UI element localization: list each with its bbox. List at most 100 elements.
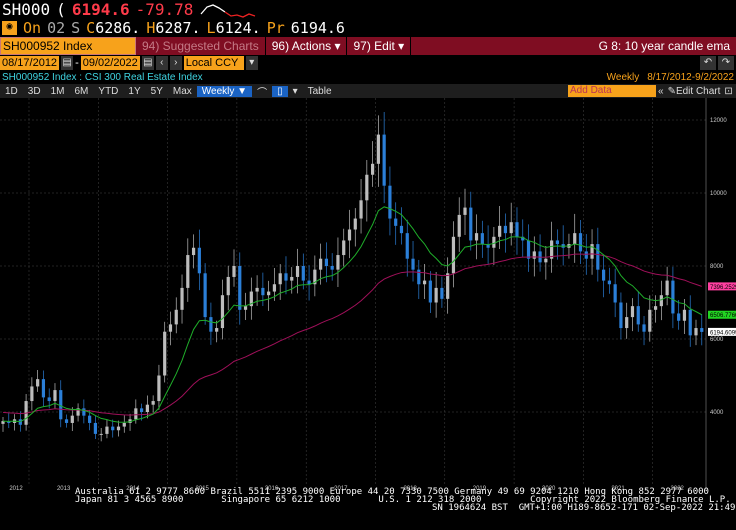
candle: [76, 403, 80, 422]
candle: [371, 141, 375, 187]
date-value: 02: [47, 19, 66, 37]
add-data-input[interactable]: Add Data: [568, 85, 656, 97]
range-ytd[interactable]: YTD: [93, 86, 123, 97]
candle: [544, 246, 548, 280]
candle: [267, 280, 271, 311]
end-date-input[interactable]: 09/02/2022: [80, 56, 140, 70]
last-value-labels: 7396.2529 6506.7766 6194.6099: [708, 282, 736, 336]
candle: [238, 252, 242, 325]
candle: [578, 220, 583, 264]
sparkline-icon: [200, 3, 256, 18]
candle: [619, 292, 623, 340]
redo-icon[interactable]: ↷: [718, 56, 734, 70]
candle-chart-icon[interactable]: ▯: [272, 85, 288, 97]
chart-header: SH000952 Index : CSI 300 Real Estate Ind…: [2, 72, 203, 83]
period-label: Weekly: [606, 72, 640, 83]
y-axis-labels: 4000 6000 8000 10000 12000: [710, 118, 727, 416]
last-price: 6194.6: [71, 0, 130, 19]
price-change: -79.78: [135, 0, 194, 19]
candle: [70, 407, 74, 432]
ema-short-line: [2, 206, 703, 423]
candle: [474, 214, 479, 260]
candle: [457, 197, 461, 252]
start-date-input[interactable]: 08/17/2012: [0, 56, 60, 70]
y-tick-label: 10000: [710, 191, 727, 197]
next-period-button[interactable]: ›: [169, 56, 182, 70]
price-chart[interactable]: 4000600080001000012000 2012 2013 2014 2015 2…: [0, 98, 736, 490]
ema-long-line: [2, 253, 702, 416]
candle: [7, 412, 11, 429]
low-label: L: [206, 19, 216, 37]
prev-period-button[interactable]: ‹: [155, 56, 168, 70]
security-input[interactable]: SH000952 Index: [0, 37, 136, 55]
prev-label: Pr: [266, 19, 285, 37]
range-6m[interactable]: 6M: [70, 86, 94, 97]
candle: [492, 227, 496, 266]
low-value: 6124.: [215, 19, 261, 37]
actions-menu[interactable]: 96) Actions ▾: [266, 37, 348, 55]
high-value: 6287.: [155, 19, 201, 37]
range-3d[interactable]: 3D: [23, 86, 46, 97]
open-label: C: [86, 19, 96, 37]
candle: [561, 225, 565, 266]
last-value-label-price: 6194.6099: [708, 327, 736, 336]
grid: [0, 98, 706, 484]
candle: [671, 266, 675, 329]
open-value: 6286.: [95, 19, 141, 37]
candle: [451, 221, 456, 288]
candle: [388, 166, 392, 236]
frequency-select[interactable]: Weekly ▼: [196, 85, 253, 97]
edit-menu[interactable]: 97) Edit ▾: [347, 37, 412, 55]
candle: [359, 178, 363, 234]
last-value-label-ema_long: 7396.2529: [708, 282, 736, 291]
candle: [116, 420, 121, 437]
candle: [111, 419, 115, 438]
candle: [613, 268, 617, 318]
candle: [168, 311, 173, 346]
currency-select[interactable]: Local CCY: [183, 56, 244, 70]
chevron-down-icon[interactable]: ▾: [288, 86, 303, 97]
candle: [422, 263, 427, 299]
line-chart-icon[interactable]: ⌒: [252, 84, 272, 99]
suggested-charts-button[interactable]: 94) Suggested Charts: [136, 37, 266, 55]
gauge-icon[interactable]: ◉: [2, 21, 17, 35]
candle: [590, 229, 594, 275]
y-tick-label: 8000: [710, 264, 724, 270]
calendar-icon[interactable]: ▤: [61, 56, 74, 70]
candle: [209, 302, 213, 345]
chevron-down-icon[interactable]: ▾: [245, 56, 258, 70]
candle: [376, 115, 380, 187]
candle: [509, 202, 513, 246]
export-icon[interactable]: ⊡: [724, 86, 732, 97]
on-label: On: [23, 19, 42, 37]
candle: [503, 213, 508, 253]
y-tick-label: 6000: [710, 337, 724, 343]
y-tick-label: 4000: [710, 410, 724, 416]
undo-icon[interactable]: ↶: [700, 56, 716, 70]
candle: [163, 321, 167, 383]
range-1m[interactable]: 1M: [46, 86, 70, 97]
candle: [440, 276, 444, 308]
candle: [653, 295, 658, 323]
candle: [480, 220, 484, 258]
range-1d[interactable]: 1D: [0, 86, 23, 97]
collapse-icon[interactable]: «: [658, 86, 664, 97]
candle: [602, 254, 606, 298]
candle: [24, 394, 28, 431]
candle: [353, 208, 357, 247]
quote-line: SH000 ( 6194.6 -79.78: [0, 0, 736, 19]
menu-bar: SH000952 Index 94) Suggested Charts 96) …: [0, 37, 736, 55]
table-button[interactable]: Table: [303, 86, 337, 97]
range-max[interactable]: Max: [168, 86, 197, 97]
calendar-icon[interactable]: ▤: [141, 56, 154, 70]
candle: [394, 202, 398, 245]
candle: [555, 229, 559, 260]
candle: [93, 415, 97, 440]
range-5y[interactable]: 5Y: [146, 86, 168, 97]
edit-chart-button[interactable]: ✎Edit Chart: [668, 86, 721, 97]
pencil-icon: ✎: [667, 85, 676, 97]
candle: [191, 234, 196, 269]
candle: [12, 414, 17, 431]
candle: [220, 279, 225, 340]
range-1y[interactable]: 1Y: [123, 86, 145, 97]
